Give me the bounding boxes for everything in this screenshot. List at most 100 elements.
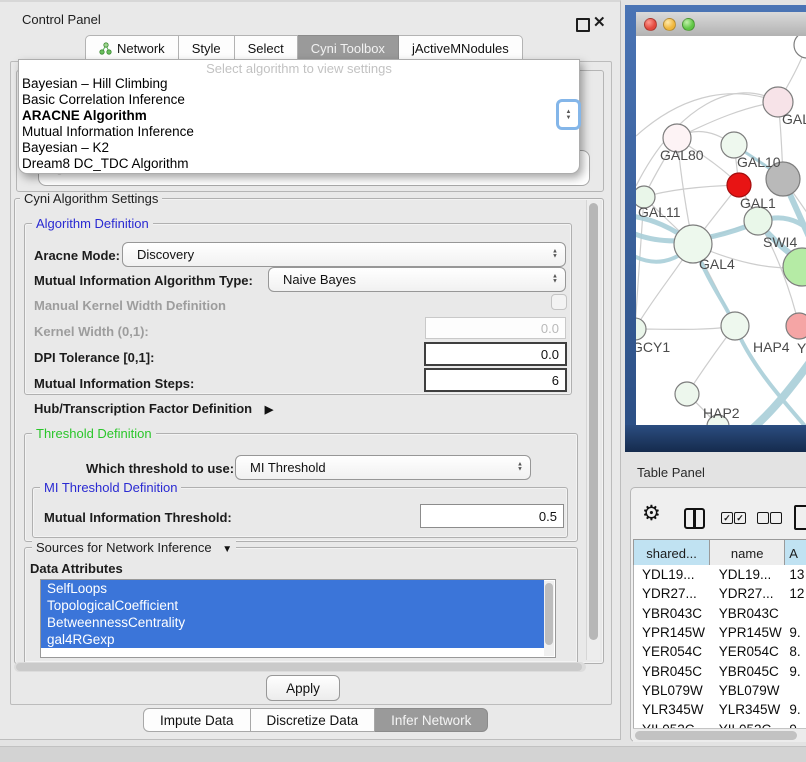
tab-network[interactable]: Network [85,35,179,61]
algorithm-option[interactable]: Dream8 DC_TDC Algorithm [19,156,579,172]
document-icon[interactable] [794,505,806,530]
tab-jactivemnodules[interactable]: jActiveMNodules [399,35,523,61]
control-panel: Control Panel ✕ Network Style Select [0,0,621,740]
cell: 9. [785,664,806,679]
cell: YBR043C [711,606,786,621]
node-hap4[interactable] [721,312,749,340]
node-unlabeled[interactable] [794,36,806,58]
algorithm-placeholder: Select algorithm to view settings [19,60,579,76]
attribute-item-selected[interactable]: gal4RGexp [41,631,544,648]
table-row[interactable]: YIL052CYIL052C9 [634,719,806,728]
deselect-checkbox-icon[interactable] [770,512,782,524]
node-gcy1[interactable] [636,318,646,340]
tab-impute-data[interactable]: Impute Data [143,708,251,732]
tab-infer-network-label: Infer Network [391,713,471,728]
mi-steps-field[interactable]: 6 [424,368,567,392]
mi-threshold-field[interactable]: 0.5 [420,504,564,528]
triangle-right-icon: ▶ [265,404,273,416]
column-header-partial[interactable]: A [785,540,806,566]
tab-infer-network[interactable]: Infer Network [375,708,488,732]
settings-horizontal-scrollbar[interactable] [14,662,586,672]
tab-cyni-toolbox[interactable]: Cyni Toolbox [298,35,399,61]
kernel-width-field[interactable]: 0.0 [425,317,566,339]
table-row[interactable]: YDL19...YDL19...13 [634,565,806,584]
network-canvas[interactable]: GAL80 GAL10 GAL1 GAL11 SWI4 GAL4 GCY1 HA… [636,36,806,430]
node-gal1[interactable] [727,173,751,197]
sources-title-row[interactable]: Sources for Network Inference ▼ [32,540,236,555]
dpi-tolerance-field[interactable]: 0.0 [424,342,567,366]
settings-vertical-scrollbar[interactable] [586,200,600,660]
attribute-item-selected[interactable]: SelfLoops [41,580,544,597]
algorithm-option[interactable]: Bayesian – K2 [19,140,579,156]
algorithm-definition-title: Algorithm Definition [32,216,153,231]
cell: YLR345W [634,702,711,717]
table-horizontal-scrollbar[interactable] [633,728,806,742]
network-view-window[interactable]: GAL80 GAL10 GAL1 GAL11 SWI4 GAL4 GCY1 HA… [625,5,806,452]
column-header-name[interactable]: name [710,540,785,566]
hub-definition-expander[interactable]: Hub/Transcription Factor Definition ▶ [34,401,273,416]
minimize-traffic-light[interactable] [663,18,676,31]
chevron-down-icon: ▼ [517,468,523,474]
apply-button[interactable]: Apply [266,675,340,701]
table-row[interactable]: YDR27...YDR27...12 [634,584,806,603]
tab-discretize-data[interactable]: Discretize Data [251,708,376,732]
close-traffic-light[interactable] [644,18,657,31]
columns-icon[interactable] [684,508,705,529]
select-all-checkbox-icon[interactable]: ✓ [734,512,746,524]
table-row[interactable]: YBR043CYBR043C [634,604,806,623]
node-y-partial[interactable] [786,313,806,339]
aracne-mode-combobox[interactable]: Discovery ▲▼ [122,242,566,267]
algorithm-option[interactable]: Basic Correlation Inference [19,92,579,108]
algorithm-option-selected[interactable]: ARACNE Algorithm [19,108,579,124]
column-header-shared[interactable]: shared... [633,540,710,566]
scrollbar-thumb[interactable] [635,731,797,740]
scrollbar-thumb[interactable] [16,663,582,671]
table-row[interactable]: YER054CYER054C8. [634,642,806,661]
attribute-item-selected[interactable]: TopologicalCoefficient [41,597,544,614]
status-strip [0,746,806,762]
mi-algorithm-type-label: Mutual Information Algorithm Type: [34,273,253,288]
kernel-width-label: Kernel Width (0,1): [34,324,149,339]
hub-definition-label: Hub/Transcription Factor Definition [34,401,252,416]
close-icon[interactable]: ✕ [593,13,606,31]
list-scrollbar[interactable] [544,581,554,656]
aracne-mode-value: Discovery [137,247,194,262]
control-panel-title: Control Panel [22,12,101,27]
cell: YBR045C [711,664,786,679]
cell: YDL19... [711,567,786,582]
attribute-item-selected[interactable]: BetweennessCentrality [41,614,544,631]
algorithm-combobox-stepper[interactable]: ▲ ▼ [556,99,581,130]
cyni-algorithm-settings-title: Cyni Algorithm Settings [20,191,162,206]
which-threshold-combobox[interactable]: MI Threshold ▲▼ [235,455,531,480]
gear-icon[interactable]: ⚙ [642,503,661,524]
bottom-tabbar: Impute Data Discretize Data Infer Networ… [143,708,488,732]
node-hap2[interactable] [675,382,699,406]
table-row[interactable]: YBR045CYBR045C9. [634,661,806,680]
deselect-checkbox-icon[interactable] [757,512,769,524]
node-swi4[interactable] [744,207,772,235]
tab-discretize-data-label: Discretize Data [267,713,359,728]
select-all-checkbox-icon[interactable]: ✓ [721,512,733,524]
cell: 9. [785,625,806,640]
network-window-titlebar[interactable] [636,12,806,37]
float-window-icon[interactable] [576,18,590,32]
tab-style[interactable]: Style [179,35,235,61]
data-attributes-list: SelfLoops TopologicalCoefficient Between… [40,579,556,658]
algorithm-option[interactable]: Bayesian – Hill Climbing [19,76,579,92]
cell: 8. [785,644,806,659]
triangle-down-icon: ▼ [222,544,232,555]
table-row[interactable]: YLR345WYLR345W9. [634,700,806,719]
scrollbar-thumb[interactable] [545,583,553,645]
zoom-traffic-light[interactable] [682,18,695,31]
mi-algorithm-type-combobox[interactable]: Naive Bayes ▲▼ [268,267,566,292]
node-label: HAP2 [703,405,740,421]
node-label: Y [797,340,806,356]
tab-select[interactable]: Select [235,35,298,61]
algorithm-option[interactable]: Mutual Information Inference [19,124,579,140]
table-row[interactable]: YPR145WYPR145W9. [634,623,806,642]
node-label: GAL11 [638,204,681,220]
table-row[interactable]: YBL079WYBL079W [634,681,806,700]
manual-kernel-width-checkbox[interactable] [551,294,567,310]
scrollbar-thumb[interactable] [589,203,598,640]
aracne-mode-label: Aracne Mode: [34,248,120,263]
